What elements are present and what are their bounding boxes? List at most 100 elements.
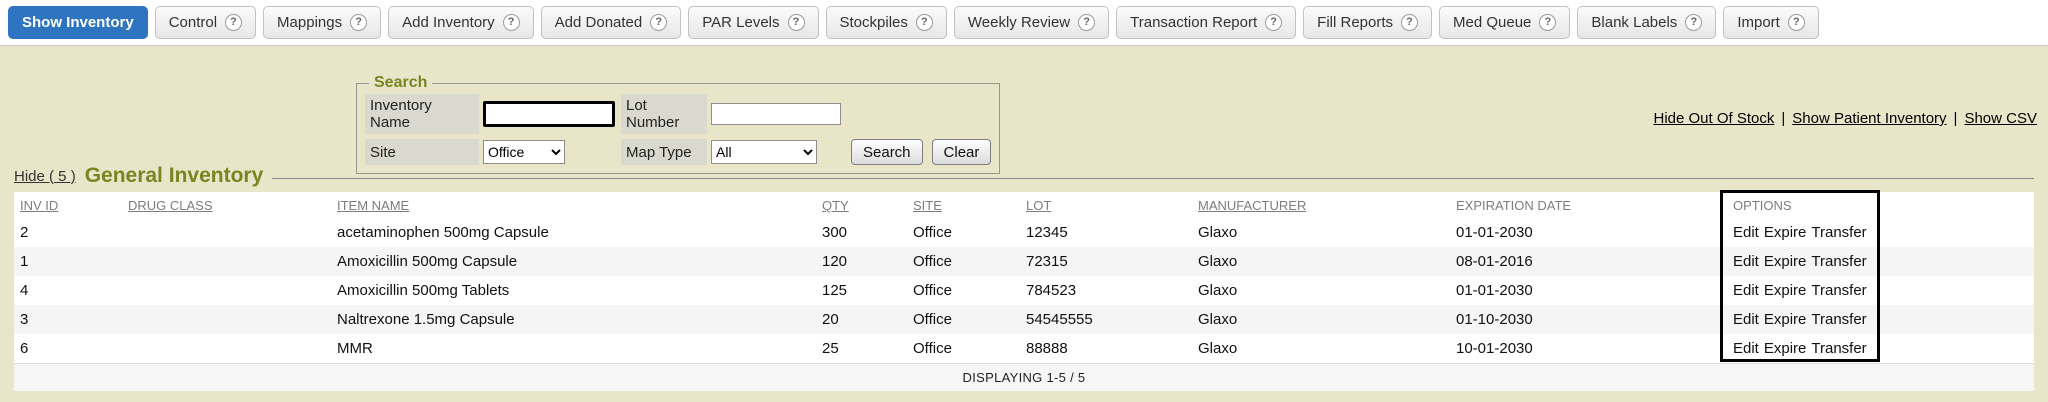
- cell-lot: 12345: [1020, 218, 1192, 247]
- help-icon[interactable]: ?: [916, 14, 933, 31]
- hide-link[interactable]: Hide ( 5 ): [14, 168, 76, 185]
- tab-weekly-review[interactable]: Weekly Review?: [954, 6, 1109, 39]
- help-icon[interactable]: ?: [1078, 14, 1095, 31]
- column-header-item-name[interactable]: ITEM NAME: [331, 192, 816, 218]
- tab-blank-labels[interactable]: Blank Labels?: [1577, 6, 1716, 39]
- cell-manufacturer: Glaxo: [1192, 218, 1450, 247]
- cell-options: Edit ExpireTransfer: [1727, 218, 2034, 247]
- lot-number-label: Lot Number: [621, 94, 707, 134]
- cell-expiration-date: 10-01-2030: [1450, 334, 1727, 364]
- edit-link[interactable]: Edit: [1733, 253, 1759, 270]
- help-icon[interactable]: ?: [1539, 14, 1556, 31]
- column-header-label[interactable]: INV ID: [20, 198, 58, 213]
- cell-item-name: Naltrexone 1.5mg Capsule: [331, 305, 816, 334]
- transfer-link[interactable]: Transfer: [1811, 340, 1866, 357]
- transfer-link[interactable]: Transfer: [1811, 253, 1866, 270]
- search-button[interactable]: Search: [851, 139, 923, 165]
- site-label: Site: [365, 139, 479, 165]
- column-header-qty[interactable]: QTY: [816, 192, 907, 218]
- cell-site: Office: [907, 247, 1020, 276]
- cell-site: Office: [907, 276, 1020, 305]
- column-header-label[interactable]: QTY: [822, 198, 849, 213]
- transfer-link[interactable]: Transfer: [1811, 311, 1866, 328]
- tab-stockpiles[interactable]: Stockpiles?: [826, 6, 947, 39]
- column-header-site[interactable]: SITE: [907, 192, 1020, 218]
- edit-link[interactable]: Edit: [1733, 311, 1759, 328]
- column-header-label[interactable]: SITE: [913, 198, 942, 213]
- cell-site: Office: [907, 218, 1020, 247]
- tab-import[interactable]: Import?: [1723, 6, 1819, 39]
- tab-label: Stockpiles: [840, 14, 908, 31]
- help-icon[interactable]: ?: [1265, 14, 1282, 31]
- cell-drug-class: [122, 305, 331, 334]
- column-header-label[interactable]: MANUFACTURER: [1198, 198, 1306, 213]
- clear-button[interactable]: Clear: [932, 139, 992, 165]
- table-body: 2acetaminophen 500mg Capsule300Office123…: [14, 218, 2034, 364]
- help-icon[interactable]: ?: [350, 14, 367, 31]
- table-footer-row: DISPLAYING 1-5 / 5: [14, 364, 2034, 392]
- column-header-label[interactable]: ITEM NAME: [337, 198, 409, 213]
- cell-options: Edit ExpireTransfer: [1727, 305, 2034, 334]
- tab-label: Import: [1737, 14, 1780, 31]
- tab-label: Transaction Report: [1130, 14, 1257, 31]
- cell-inv-id: 1: [14, 247, 122, 276]
- tab-label: Mappings: [277, 14, 342, 31]
- cell-drug-class: [122, 276, 331, 305]
- column-header-lot[interactable]: LOT: [1020, 192, 1192, 218]
- cell-expiration-date: 01-01-2030: [1450, 276, 1727, 305]
- map-type-label: Map Type: [621, 139, 707, 165]
- column-header-drug-class[interactable]: DRUG CLASS: [122, 192, 331, 218]
- tab-mappings[interactable]: Mappings?: [263, 6, 381, 39]
- column-header-manufacturer[interactable]: MANUFACTURER: [1192, 192, 1450, 218]
- cell-lot: 88888: [1020, 334, 1192, 364]
- expire-link[interactable]: Expire: [1764, 282, 1807, 299]
- cell-expiration-date: 08-01-2016: [1450, 247, 1727, 276]
- transfer-link[interactable]: Transfer: [1811, 282, 1866, 299]
- cell-drug-class: [122, 334, 331, 364]
- lot-number-input[interactable]: [711, 103, 841, 125]
- edit-link[interactable]: Edit: [1733, 340, 1759, 357]
- tab-med-queue[interactable]: Med Queue?: [1439, 6, 1570, 39]
- cell-qty: 25: [816, 334, 907, 364]
- column-header-label[interactable]: DRUG CLASS: [128, 198, 213, 213]
- tab-add-donated[interactable]: Add Donated?: [541, 6, 682, 39]
- tab-label: Weekly Review: [968, 14, 1070, 31]
- expire-link[interactable]: Expire: [1764, 340, 1807, 357]
- expire-link[interactable]: Expire: [1764, 224, 1807, 241]
- search-grid: Inventory Name Lot Number Site Office Ma…: [365, 94, 991, 165]
- section-rule: [272, 178, 2034, 179]
- tab-transaction-report[interactable]: Transaction Report?: [1116, 6, 1296, 39]
- help-icon[interactable]: ?: [225, 14, 242, 31]
- help-icon[interactable]: ?: [1401, 14, 1418, 31]
- edit-link[interactable]: Edit: [1733, 282, 1759, 299]
- help-icon[interactable]: ?: [1788, 14, 1805, 31]
- tab-add-inventory[interactable]: Add Inventory?: [388, 6, 534, 39]
- cell-inv-id: 2: [14, 218, 122, 247]
- help-icon[interactable]: ?: [503, 14, 520, 31]
- table-header-row: INV ID DRUG CLASS ITEM NAME QTY SITE LOT MANUF…: [14, 192, 2034, 218]
- hide-out-of-stock-link[interactable]: Hide Out Of Stock: [1653, 110, 1774, 127]
- cell-inv-id: 4: [14, 276, 122, 305]
- column-header-label[interactable]: LOT: [1026, 198, 1051, 213]
- expire-link[interactable]: Expire: [1764, 253, 1807, 270]
- column-header-inv-id[interactable]: INV ID: [14, 192, 122, 218]
- tab-label: PAR Levels: [702, 14, 779, 31]
- inventory-name-input[interactable]: [483, 101, 615, 127]
- map-type-select[interactable]: All: [711, 140, 817, 164]
- tab-par-levels[interactable]: PAR Levels?: [688, 6, 818, 39]
- help-icon[interactable]: ?: [650, 14, 667, 31]
- help-icon[interactable]: ?: [788, 14, 805, 31]
- help-icon[interactable]: ?: [1685, 14, 1702, 31]
- transfer-link[interactable]: Transfer: [1811, 224, 1866, 241]
- tab-label: Add Inventory: [402, 14, 495, 31]
- edit-link[interactable]: Edit: [1733, 224, 1759, 241]
- cell-options: Edit ExpireTransfer: [1727, 276, 2034, 305]
- tab-show-inventory[interactable]: Show Inventory: [8, 6, 148, 39]
- show-patient-inventory-link[interactable]: Show Patient Inventory: [1792, 110, 1946, 127]
- table-row: 6MMR25Office88888Glaxo10-01-2030EditExpi…: [14, 334, 2034, 364]
- expire-link[interactable]: Expire: [1764, 311, 1807, 328]
- site-select[interactable]: Office: [483, 140, 565, 164]
- show-csv-link[interactable]: Show CSV: [1964, 110, 2037, 127]
- tab-fill-reports[interactable]: Fill Reports?: [1303, 6, 1432, 39]
- tab-control[interactable]: Control?: [155, 6, 256, 39]
